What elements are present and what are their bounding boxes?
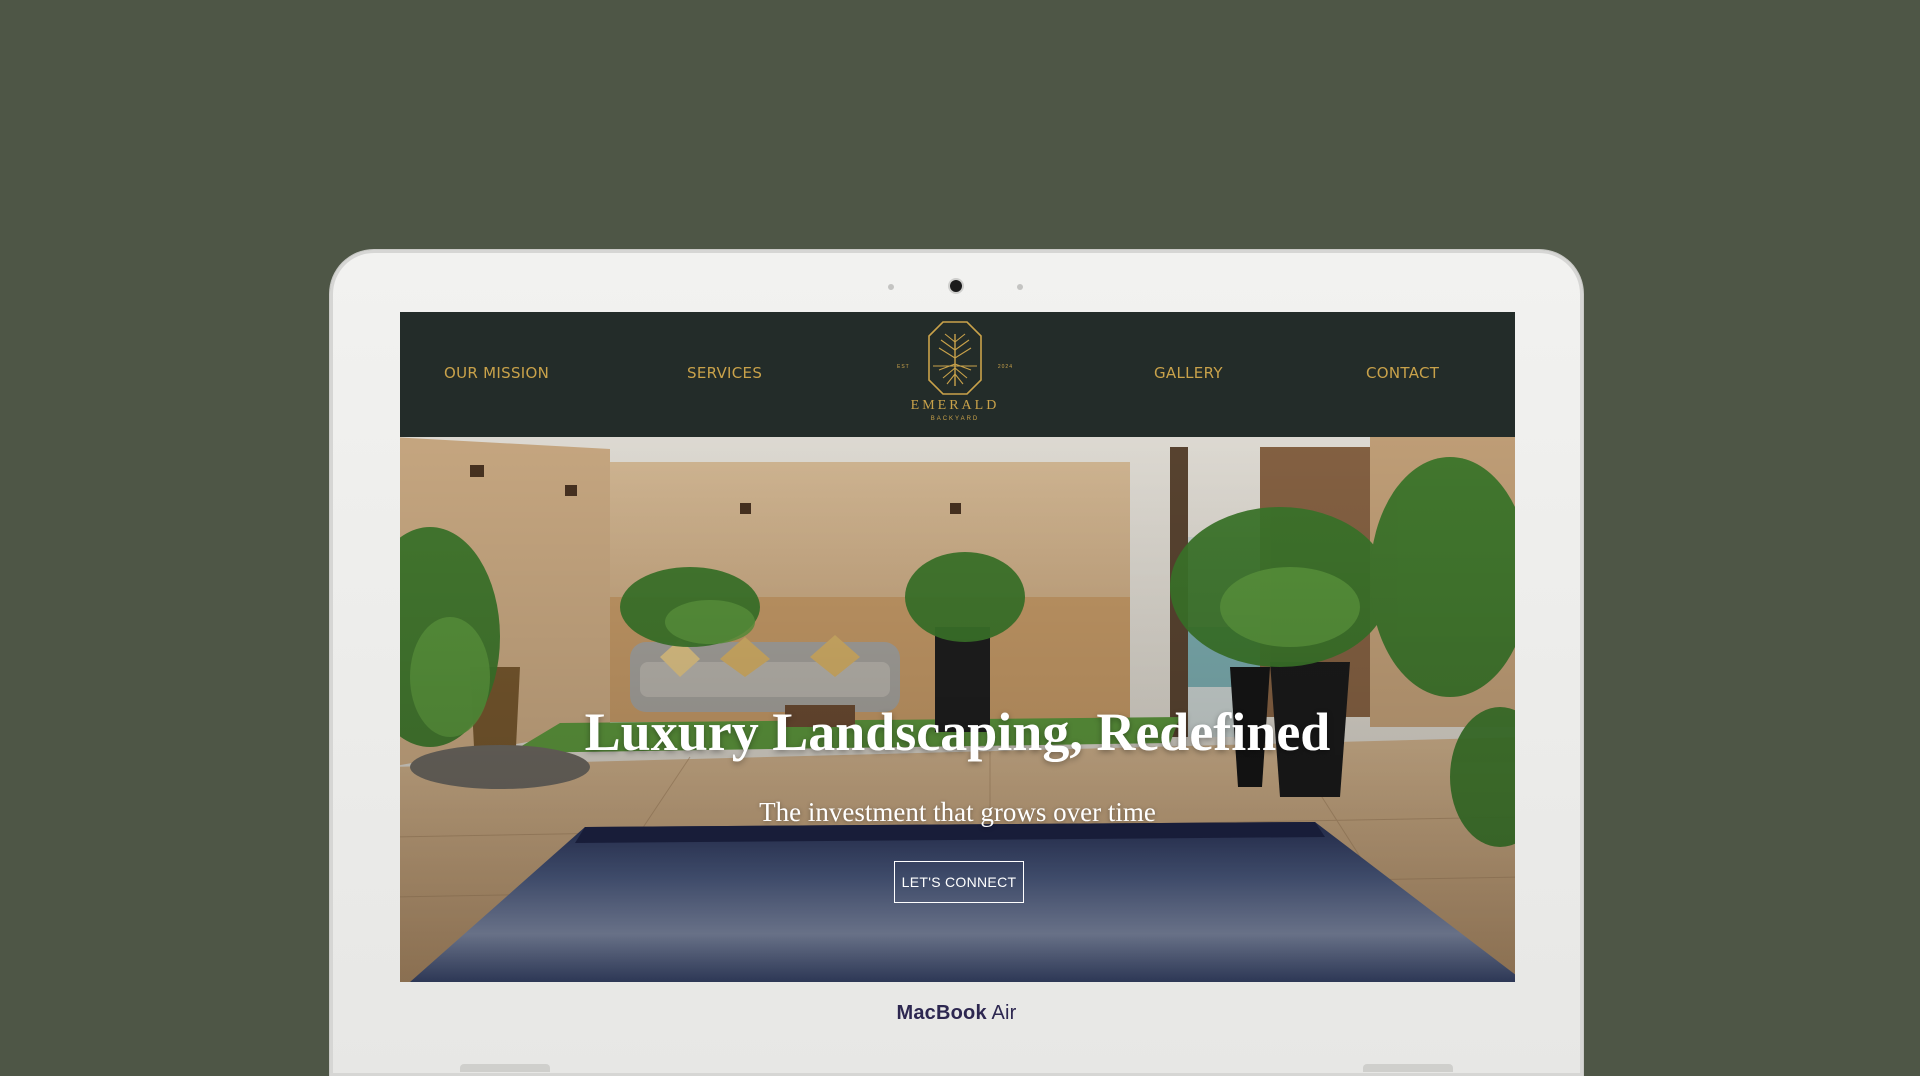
laptop-brand-label: MacBook Air — [330, 1002, 1583, 1025]
hero-subtitle: The investment that grows over time — [759, 797, 1156, 827]
camera-sensor-right — [1017, 284, 1023, 290]
nav-our-mission[interactable]: OUR MISSION — [444, 364, 549, 382]
camera-sensor-left — [888, 284, 894, 290]
lets-connect-button[interactable]: LET'S CONNECT — [894, 861, 1024, 903]
nav-gallery[interactable]: GALLERY — [1154, 364, 1223, 382]
hinge-right — [1363, 1064, 1453, 1072]
brand-light: Air — [986, 1002, 1017, 1024]
logo-year: 2024 — [997, 364, 1013, 370]
hero-section: Luxury Landscaping, Redefined The invest… — [400, 437, 1515, 982]
tree-crest-icon — [928, 321, 982, 395]
hinge-left — [460, 1064, 550, 1072]
logo-est: EST — [897, 364, 910, 370]
brand-bold: MacBook — [896, 1002, 987, 1024]
site-header: OUR MISSION SERVICES EST 2024 EMERALD BA… — [400, 312, 1515, 437]
logo-subtitle: BACKYARD — [930, 416, 980, 422]
hero-title: Luxury Landscaping, Redefined — [584, 702, 1331, 763]
laptop-screen: OUR MISSION SERVICES EST 2024 EMERALD BA… — [400, 312, 1515, 982]
stage: MacBook Air OUR MISSION SERVICES EST 202… — [0, 0, 1920, 1076]
logo[interactable]: EST 2024 EMERALD BACKYARD — [897, 320, 1012, 432]
nav-services[interactable]: SERVICES — [687, 364, 762, 382]
logo-title: EMERALD — [910, 398, 1000, 413]
nav-contact[interactable]: CONTACT — [1366, 364, 1439, 382]
webcam-icon — [950, 280, 962, 292]
